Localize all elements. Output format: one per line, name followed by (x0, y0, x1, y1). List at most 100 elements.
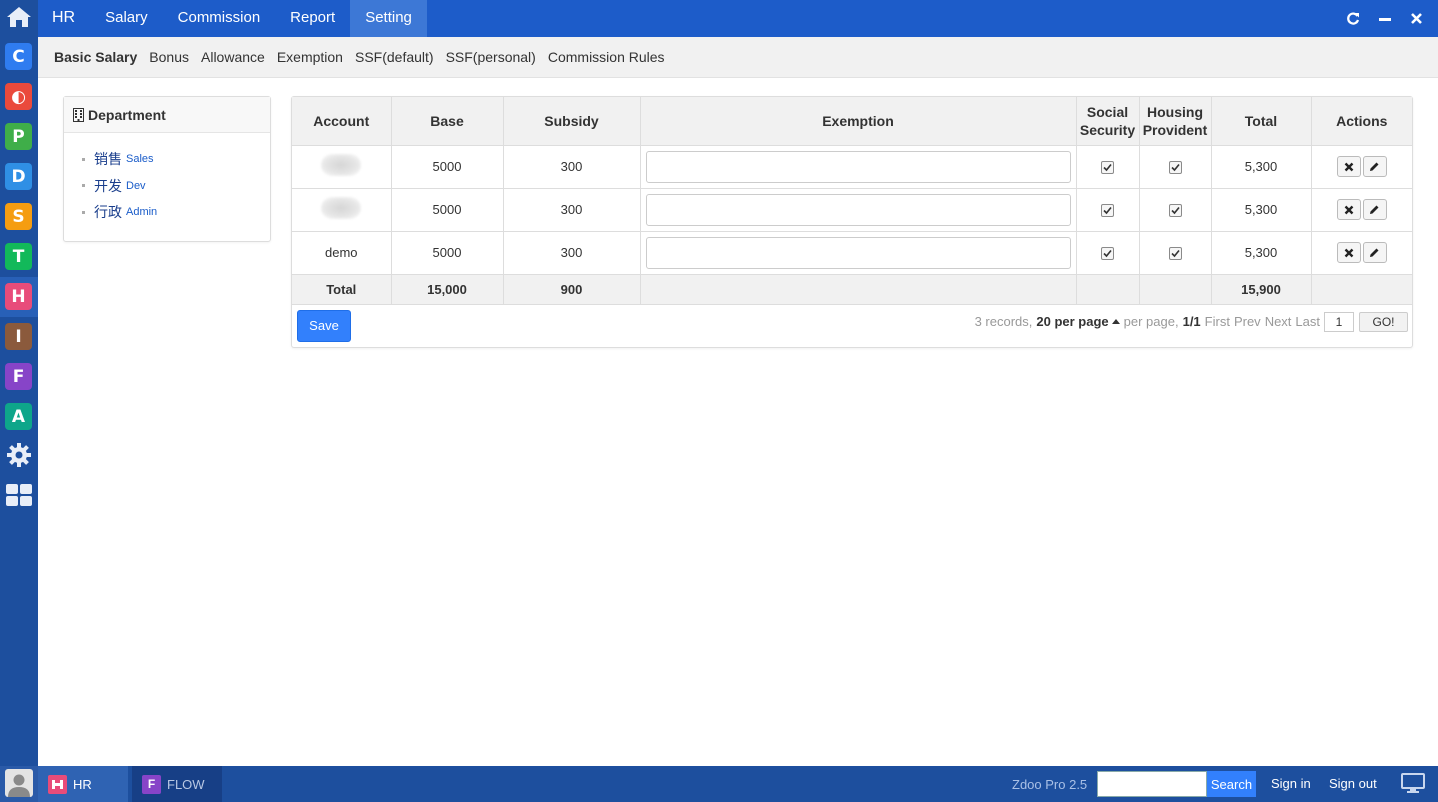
housing-provident-checkbox[interactable] (1168, 161, 1182, 175)
per-page-select[interactable]: 20 per page (1036, 314, 1108, 329)
monitor-icon (1401, 772, 1425, 796)
subnav-bonus[interactable]: Bonus (143, 49, 195, 65)
taskbar-tab-flow[interactable]: F FLOW (132, 766, 222, 802)
dock-app-9[interactable]: A (5, 403, 32, 430)
department-item-dev[interactable]: 开发 Dev (82, 173, 270, 200)
subnav-basic-salary[interactable]: Basic Salary (48, 49, 143, 65)
grid-icon (5, 483, 33, 510)
bullet-icon (82, 210, 85, 214)
dock-app-5[interactable]: T (5, 243, 32, 270)
cell-social-security (1076, 231, 1140, 275)
pager-last[interactable]: Last (1295, 314, 1320, 329)
dock-app-8[interactable]: F (5, 363, 32, 390)
check-icon (1170, 163, 1180, 172)
delete-button[interactable] (1336, 242, 1361, 263)
col-actions: Actions (1311, 97, 1412, 146)
dock-app-4[interactable]: S (5, 203, 32, 230)
col-total: Total (1211, 97, 1312, 146)
exemption-input[interactable] (645, 150, 1071, 183)
subnav-ssf-default[interactable]: SSF(default) (349, 49, 440, 65)
social-security-checkbox[interactable] (1101, 161, 1114, 175)
cell-actions (1311, 188, 1412, 232)
desktop-button[interactable] (1401, 772, 1425, 796)
go-button[interactable]: GO! (1359, 311, 1408, 332)
pencil-icon (1369, 247, 1380, 258)
col-exemption: Exemption (640, 97, 1077, 146)
top-navbar: HR Salary Commission Report Setting (38, 0, 1438, 37)
app-a-icon: A (11, 406, 26, 427)
avatar[interactable] (0, 766, 38, 802)
housing-provident-checkbox[interactable] (1168, 204, 1182, 218)
cell-total: 5,300 (1211, 231, 1312, 275)
subnav-exemption[interactable]: Exemption (271, 49, 349, 65)
minimize-button[interactable] (1375, 9, 1394, 28)
nav-report[interactable]: Report (275, 0, 350, 37)
nav-commission[interactable]: Commission (163, 0, 276, 37)
dock-app-3[interactable]: D (5, 163, 32, 190)
edit-button[interactable] (1362, 156, 1387, 177)
subnav-commission-rules[interactable]: Commission Rules (542, 49, 671, 65)
pager-per-page-text: per page, (1123, 314, 1179, 329)
col-base: Base (391, 97, 504, 146)
total-housing (1139, 274, 1212, 305)
check-icon (1103, 249, 1112, 258)
close-button[interactable] (1407, 9, 1426, 28)
social-security-checkbox[interactable] (1101, 204, 1114, 218)
delete-button[interactable] (1336, 199, 1361, 220)
table-row: demo 5000 300 5,300 (292, 231, 1412, 275)
save-button[interactable]: Save (297, 309, 351, 342)
exemption-input[interactable] (645, 236, 1071, 269)
redacted-account (321, 154, 362, 176)
app-c-icon: C (12, 46, 25, 67)
total-subsidy: 900 (503, 274, 641, 305)
cell-subsidy: 300 (503, 145, 641, 189)
subnav-allowance[interactable]: Allowance (195, 49, 271, 65)
edit-button[interactable] (1362, 242, 1387, 263)
dock-app-6[interactable]: H (5, 283, 32, 310)
refresh-button[interactable] (1343, 9, 1362, 28)
cell-actions (1311, 145, 1412, 189)
subnav-ssf-personal[interactable]: SSF(personal) (440, 49, 542, 65)
total-base: 15,000 (391, 274, 504, 305)
search-button[interactable]: Search (1207, 771, 1256, 797)
home-button[interactable] (0, 0, 38, 37)
redacted-account (321, 197, 362, 219)
sign-in-link[interactable]: Sign in (1271, 766, 1311, 802)
edit-button[interactable] (1362, 199, 1387, 220)
all-apps-button[interactable] (5, 483, 32, 510)
app-o-icon: ◐ (11, 86, 26, 107)
nav-setting[interactable]: Setting (350, 0, 427, 37)
dock-app-0[interactable]: C (5, 43, 32, 70)
department-item-admin[interactable]: 行政 Admin (82, 199, 270, 226)
pager-next[interactable]: Next (1265, 314, 1292, 329)
caret-up-icon (1111, 319, 1120, 324)
check-icon (1170, 206, 1180, 215)
pager-prev[interactable]: Prev (1234, 314, 1261, 329)
cell-subsidy: 300 (503, 231, 641, 275)
dock-app-1[interactable]: ◐ (5, 83, 32, 110)
cell-account (292, 145, 392, 189)
total-social (1076, 274, 1140, 305)
social-security-checkbox[interactable] (1101, 247, 1114, 261)
cell-social-security (1076, 145, 1140, 189)
cell-subsidy: 300 (503, 188, 641, 232)
taskbar-tab-hr[interactable]: HR (38, 766, 128, 802)
search-input[interactable] (1097, 771, 1207, 797)
dock-app-7[interactable]: I (5, 323, 32, 350)
cell-base: 5000 (391, 231, 504, 275)
department-item-sales[interactable]: 销售 Sales (82, 146, 270, 173)
bullet-icon (82, 157, 85, 161)
check-icon (1170, 249, 1180, 258)
total-label: Total (292, 274, 392, 305)
dock-app-2[interactable]: P (5, 123, 32, 150)
nav-salary[interactable]: Salary (90, 0, 163, 37)
exemption-input[interactable] (645, 193, 1071, 226)
settings-button[interactable] (5, 443, 32, 470)
brand-hr[interactable]: HR (38, 0, 90, 37)
pager-first[interactable]: First (1205, 314, 1230, 329)
page-number-input[interactable]: 1 (1324, 311, 1354, 332)
close-icon (1344, 248, 1354, 258)
housing-provident-checkbox[interactable] (1168, 247, 1182, 261)
delete-button[interactable] (1336, 156, 1361, 177)
sign-out-link[interactable]: Sign out (1329, 766, 1377, 802)
